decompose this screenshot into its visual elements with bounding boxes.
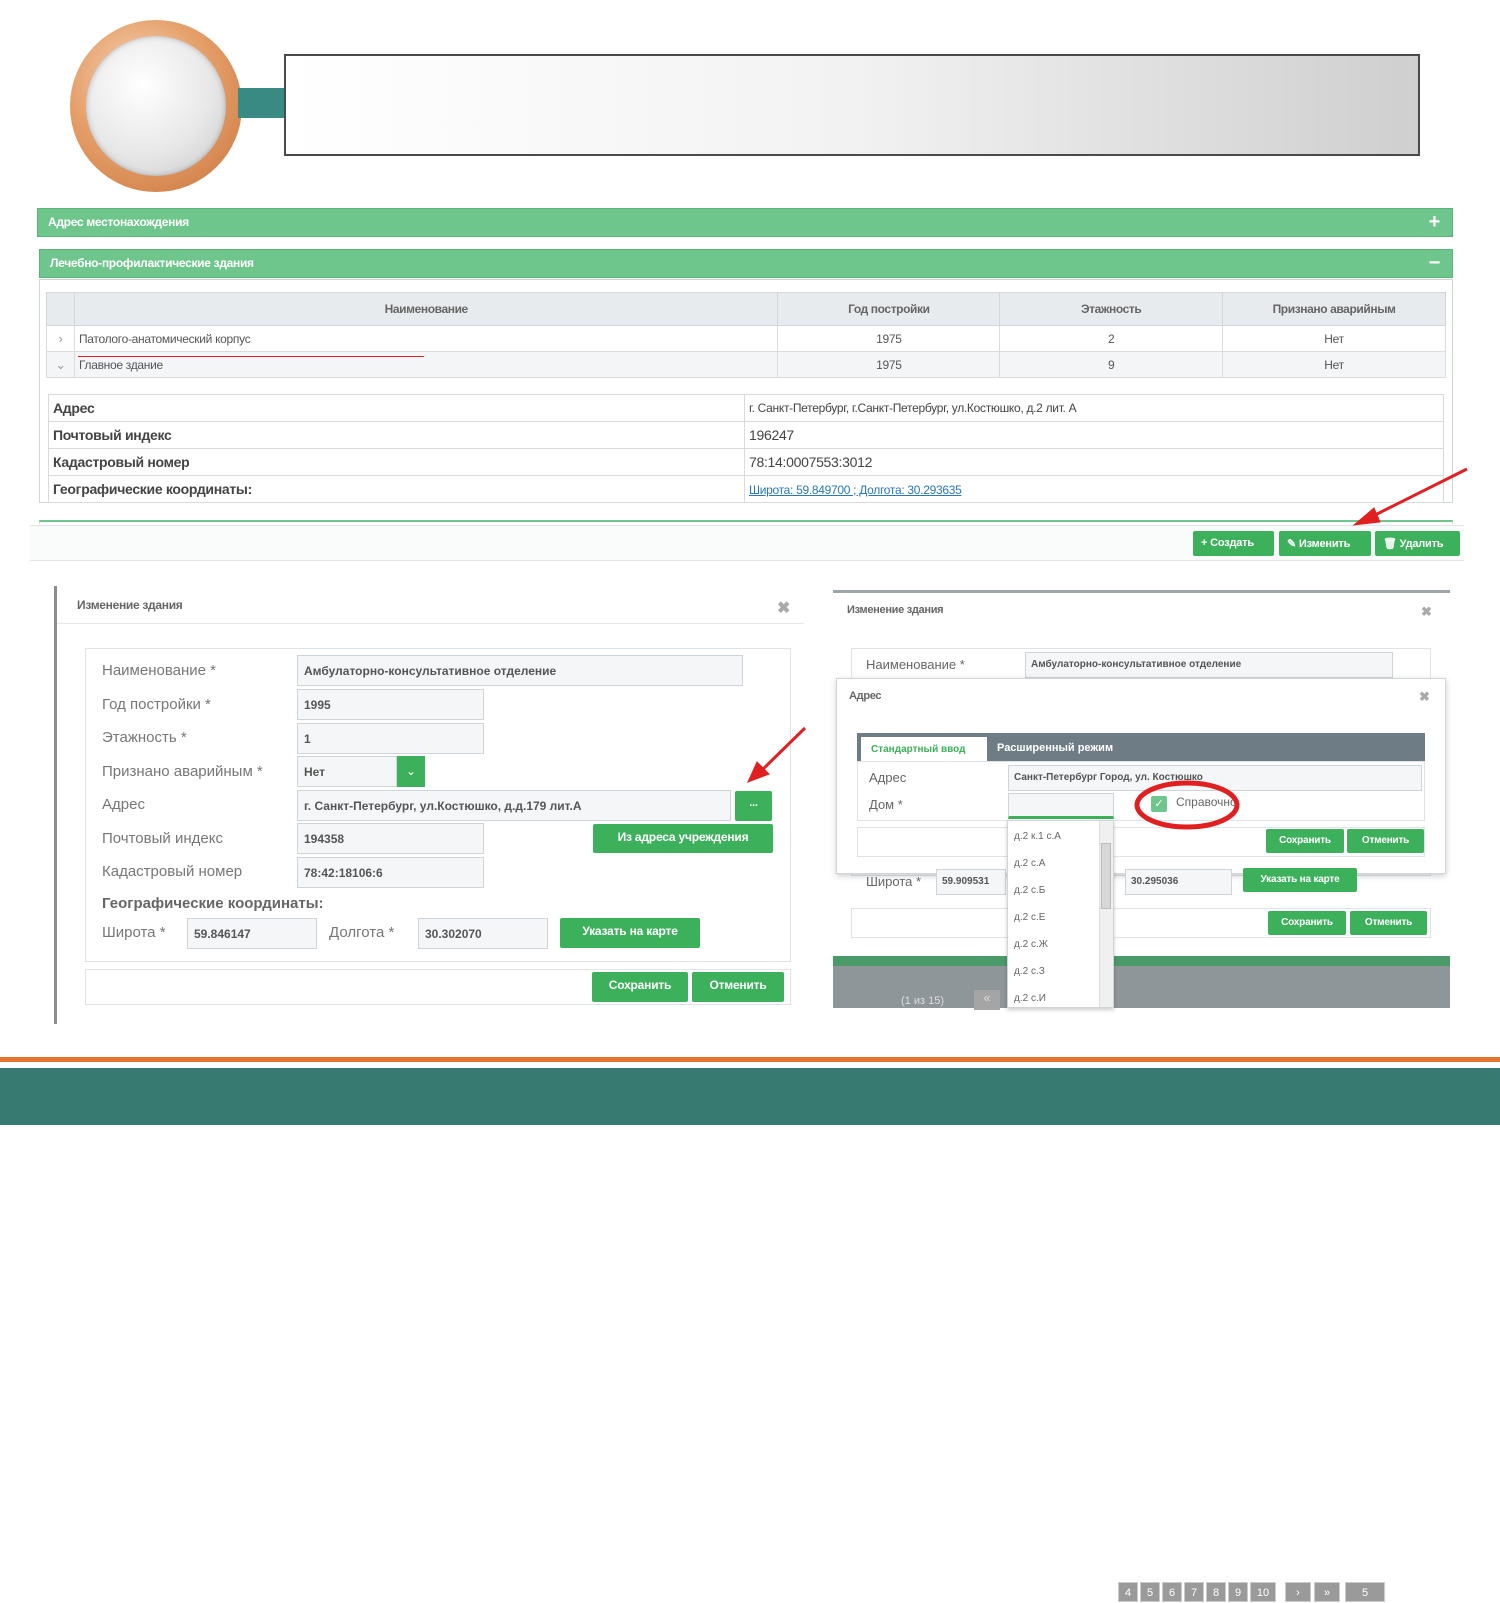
page-button[interactable]: 10 xyxy=(1250,1582,1276,1602)
highlight-circle-icon xyxy=(1134,780,1240,830)
arrow-to-address-button-icon xyxy=(747,726,807,783)
page-button[interactable]: 5 xyxy=(1140,1582,1160,1602)
arrow-to-edit-icon xyxy=(1352,467,1468,526)
page-button[interactable]: 6 xyxy=(1162,1582,1182,1602)
footer-accent-line xyxy=(0,1057,1500,1062)
page-button[interactable]: 8 xyxy=(1206,1582,1226,1602)
page-button[interactable]: 9 xyxy=(1228,1582,1248,1602)
page-button[interactable]: 7 xyxy=(1184,1582,1204,1602)
page-size-select[interactable]: 5 xyxy=(1345,1582,1385,1602)
page-button[interactable]: 4 xyxy=(1118,1582,1138,1602)
next-page-icon[interactable]: › xyxy=(1285,1582,1311,1602)
footer-bar xyxy=(0,1068,1500,1125)
last-page-icon[interactable]: » xyxy=(1314,1582,1340,1602)
annotation-layer xyxy=(747,467,1468,830)
